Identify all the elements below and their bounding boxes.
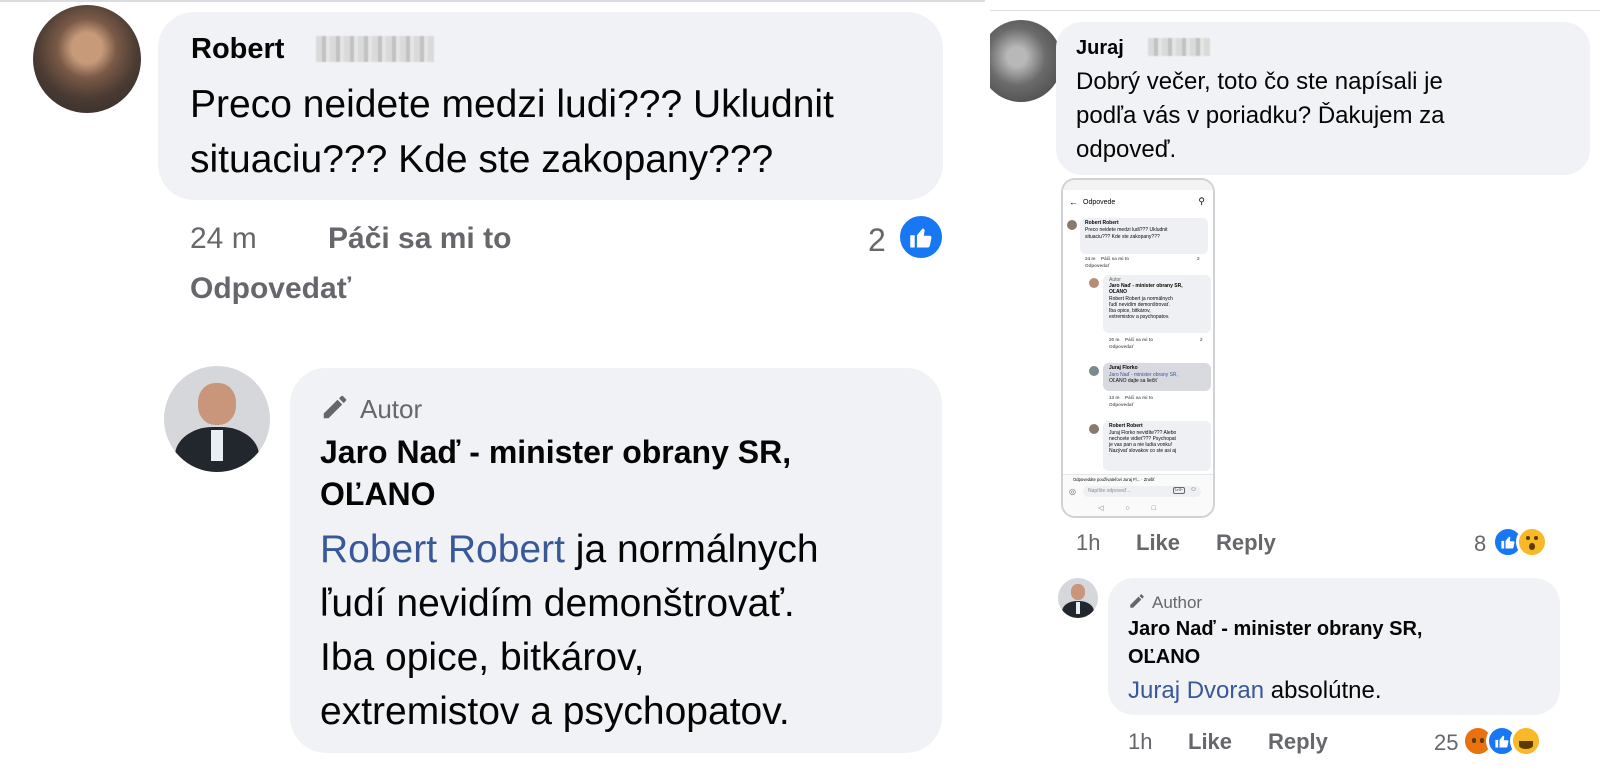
haha-reaction-icon[interactable] xyxy=(1510,725,1542,757)
left-screenshot-panel: Robert Preco neidete medzi ludi??? Uklud… xyxy=(0,0,985,773)
author-name-line1[interactable]: Jaro Naď - minister obrany SR, xyxy=(320,434,791,471)
avatar-robert[interactable] xyxy=(33,5,141,113)
ph-input-field[interactable]: Napíšte odpoveď... GIF ☺ xyxy=(1083,486,1201,497)
comment-text-line2: podľa vás v poriadku? Ďakujem za xyxy=(1076,102,1445,129)
avatar-jaro-nad[interactable] xyxy=(164,366,270,472)
comment-text-line1: Preco neidete medzi ludi??? Ukludnit xyxy=(190,83,834,126)
ph-avatar-robert xyxy=(1067,220,1077,230)
ph-r2-time: 13 m xyxy=(1109,395,1120,400)
author-badge: Autor xyxy=(360,394,423,424)
gif-icon[interactable]: GIF xyxy=(1172,487,1185,494)
mention-link[interactable]: Robert Robert xyxy=(320,528,565,571)
ph-r2-l2: OĽANO dajte sa liečiť xyxy=(1109,378,1158,384)
reaction-count[interactable]: 2 xyxy=(868,222,886,259)
like-button[interactable]: Like xyxy=(1136,530,1180,556)
phone-header: ← Odpovede ⚲ xyxy=(1063,192,1213,214)
reply-text-after-mention: absolútne. xyxy=(1264,677,1382,704)
pencil-icon xyxy=(1128,592,1146,610)
reply-text-line1: Robert Robert ja normálnych xyxy=(320,528,819,572)
ph-r1-time: 20 m xyxy=(1109,337,1120,342)
ph-r2-like: Páči sa mi to xyxy=(1125,395,1154,400)
mention-link[interactable]: Juraj Dvoran xyxy=(1128,677,1264,704)
ph-c1-like: Páči sa mi to xyxy=(1101,256,1130,261)
ph-avatar-jaro xyxy=(1089,278,1099,288)
ph-r1-l4: extremistov a psychopatov. xyxy=(1109,314,1170,320)
avatar-jaro-nad[interactable] xyxy=(1058,578,1098,618)
like-button[interactable]: Like xyxy=(1188,729,1232,755)
attached-screenshot[interactable]: ← Odpovede ⚲ Robert Robert Preco neidete… xyxy=(1061,178,1215,518)
reply-text-line1: Juraj Dvoran absolútne. xyxy=(1128,677,1381,705)
ph-r2-name: Juraj Florko xyxy=(1109,365,1138,371)
ph-r1-author2: OĽANO xyxy=(1109,289,1128,295)
ph-c1-l1: Preco neidete medzi ludi??? Ukludnit xyxy=(1085,227,1168,233)
author-badge: Author xyxy=(1152,593,1203,612)
reaction-count[interactable]: 8 xyxy=(1474,531,1486,557)
comment-text-line2: situaciu??? Kde ste zakopany??? xyxy=(190,138,774,181)
top-divider xyxy=(0,0,985,2)
search-icon[interactable]: ⚲ xyxy=(1198,196,1205,207)
phone-composer: Odpovedáte používateľovi Juraj Fl... · Z… xyxy=(1063,474,1213,516)
reply-button[interactable]: Odpovedať xyxy=(190,272,351,306)
phone-status-bar xyxy=(1063,180,1213,190)
ph-replying-to: Odpovedáte používateľovi Juraj Fl... · Z… xyxy=(1073,477,1155,482)
author-name-line1[interactable]: Jaro Naď - minister obrany SR, xyxy=(1128,618,1422,641)
redacted-surname xyxy=(1148,38,1210,56)
comment-text-line3: odpoveď. xyxy=(1076,136,1177,163)
comment-time: 24 m xyxy=(190,222,257,255)
ph-c1-l2: situaciu??? Kde ste zakopany??? xyxy=(1085,234,1160,240)
reply-text-after-mention: ja normálnych xyxy=(564,528,819,571)
like-reaction-icon[interactable] xyxy=(897,213,945,261)
ph-r3-name: Robert Robert xyxy=(1109,423,1143,429)
wow-reaction-icon[interactable] xyxy=(1516,526,1548,558)
top-divider xyxy=(990,10,1600,11)
ph-r2-reply: Odpovedať xyxy=(1109,402,1134,407)
reply-time: 1h xyxy=(1128,729,1153,754)
comment-text-line1: Dobrý večer, toto čo ste napísali je xyxy=(1076,68,1443,95)
ph-c1-name: Robert Robert xyxy=(1085,220,1119,226)
reply-text-line2: ľudí nevidím demonštrovať. xyxy=(320,582,795,625)
author-name-line2[interactable]: OĽANO xyxy=(1128,646,1200,669)
ph-input-placeholder: Napíšte odpoveď... xyxy=(1088,488,1131,494)
ph-r3-l4: Nazývať slovakov co ste asi aj xyxy=(1109,448,1177,454)
ph-r1-reply: Odpovedať xyxy=(1109,344,1134,349)
ph-avatar-robert2 xyxy=(1089,424,1099,434)
redacted-surname xyxy=(316,36,434,62)
ph-avatar-juraj xyxy=(1089,366,1099,376)
camera-icon[interactable]: ◎ xyxy=(1069,487,1076,496)
reply-text-line3: Iba opice, bitkárov, xyxy=(320,636,645,679)
ph-c1-time: 24 m xyxy=(1085,256,1096,261)
reaction-count[interactable]: 25 xyxy=(1434,730,1458,756)
reply-button[interactable]: Reply xyxy=(1216,530,1276,556)
ph-c1-count: 2 xyxy=(1197,256,1200,261)
android-nav-bar: ◁○□ xyxy=(1098,505,1178,512)
ph-r1-like: Páči sa mi to xyxy=(1125,337,1154,342)
ph-c1-reply: Odpovedať xyxy=(1085,263,1110,268)
reply-button[interactable]: Reply xyxy=(1268,729,1328,755)
pencil-icon xyxy=(320,392,350,422)
emoji-icon[interactable]: ☺ xyxy=(1190,486,1197,493)
commenter-name[interactable]: Robert xyxy=(191,33,284,66)
commenter-name[interactable]: Juraj xyxy=(1076,37,1124,60)
reply-text-line4: extremistov a psychopatov. xyxy=(320,690,790,733)
back-arrow-icon[interactable]: ← xyxy=(1069,197,1078,207)
like-button[interactable]: Páči sa mi to xyxy=(328,222,511,256)
author-name-line2[interactable]: OĽANO xyxy=(320,476,436,513)
right-screenshot-panel: Juraj Dobrý večer, toto čo ste napísali … xyxy=(990,0,1600,773)
ph-r1-count: 2 xyxy=(1200,337,1203,342)
avatar-juraj[interactable] xyxy=(990,20,1062,102)
comment-time: 1h xyxy=(1076,530,1101,555)
phone-header-title: Odpovede xyxy=(1083,199,1116,206)
